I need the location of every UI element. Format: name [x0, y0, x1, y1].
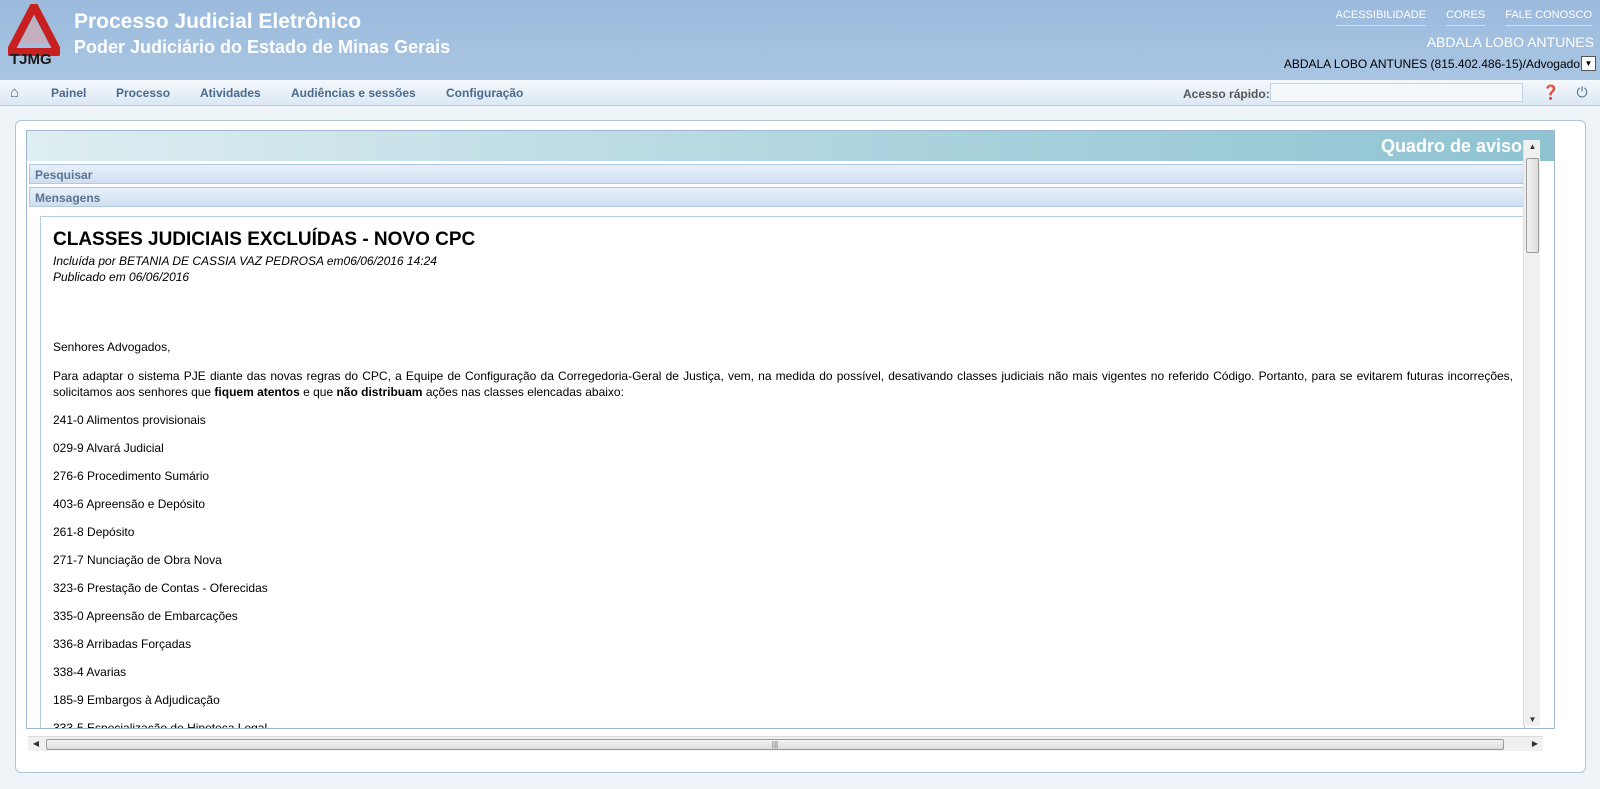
- chevron-down-icon[interactable]: ▼: [1581, 56, 1596, 71]
- list-item: 336-8 Arribadas Forçadas: [53, 637, 192, 651]
- scroll-up-icon[interactable]: ▲: [1527, 142, 1538, 151]
- menu-atividades[interactable]: Atividades: [200, 86, 261, 100]
- menu-configuracao[interactable]: Configuração: [446, 86, 523, 100]
- list-item: 271-7 Nunciação de Obra Nova: [53, 553, 222, 567]
- menu-processo[interactable]: Processo: [116, 86, 170, 100]
- search-bar[interactable]: Pesquisar »: [29, 164, 1539, 184]
- app-subtitle: Poder Judiciário do Estado de Minas Gera…: [74, 37, 451, 57]
- logo-text: TJMG: [10, 51, 52, 68]
- menu-audiencias[interactable]: Audiências e sessões: [291, 86, 416, 100]
- main-menu: ⌂ Painel Processo Atividades Audiências …: [0, 80, 1600, 106]
- home-icon[interactable]: ⌂: [10, 84, 19, 101]
- horizontal-scroll-thumb[interactable]: |||: [46, 739, 1504, 750]
- messages-label: Mensagens: [35, 191, 101, 205]
- messages-bar: Mensagens: [29, 187, 1539, 207]
- list-item: 333-5 Especialização de Hipoteca Legal: [53, 721, 268, 729]
- quick-access-label: Acesso rápido:: [1183, 87, 1270, 101]
- vertical-scroll-thumb[interactable]: [1526, 158, 1539, 253]
- list-item: 335-0 Apreensão de Embarcações: [53, 609, 238, 623]
- quick-access-input[interactable]: [1270, 83, 1523, 102]
- list-item: 241-0 Alimentos provisionais: [53, 413, 206, 427]
- profile-value: ABDALA LOBO ANTUNES (815.402.486-15)/Adv…: [1283, 56, 1580, 71]
- scroll-left-icon[interactable]: ◀: [31, 739, 41, 748]
- list-item: 261-8 Depósito: [53, 525, 135, 539]
- power-icon[interactable]: ⏻: [1574, 84, 1590, 100]
- vertical-scrollbar[interactable]: ▲ ▼: [1523, 140, 1540, 726]
- horizontal-scrollbar[interactable]: ◀ ||| ▶: [28, 736, 1543, 751]
- class-list: 241-0 Alimentos provisionais 029-9 Alvar…: [53, 412, 1513, 729]
- menu-painel[interactable]: Painel: [51, 86, 86, 100]
- message-author: Incluída por BETANIA DE CASSIA VAZ PEDRO…: [53, 254, 437, 268]
- message-published: Publicado em 06/06/2016: [53, 270, 190, 284]
- notice-board: Quadro de avisos Pesquisar » Mensagens C…: [26, 130, 1555, 729]
- user-name: ABDALA LOBO ANTUNES: [1426, 34, 1594, 50]
- profile-select[interactable]: ABDALA LOBO ANTUNES (815.402.486-15)/Adv…: [1284, 56, 1596, 71]
- message-greeting: Senhores Advogados,: [53, 340, 171, 354]
- link-colors[interactable]: CORES: [1446, 9, 1486, 26]
- app-title: Processo Judicial Eletrônico: [74, 10, 362, 33]
- panel-title: Quadro de avisos: [1380, 136, 1532, 156]
- help-icon[interactable]: ❓: [1542, 84, 1559, 100]
- message-title: CLASSES JUDICIAIS EXCLUÍDAS - NOVO CPC: [53, 229, 476, 250]
- link-contact[interactable]: FALE CONOSCO: [1505, 9, 1592, 26]
- scroll-right-icon[interactable]: ▶: [1530, 739, 1540, 748]
- list-item: 403-6 Apreensão e Depósito: [53, 497, 206, 511]
- top-links: ACESSIBILIDADE CORES FALE CONOSCO: [1316, 9, 1592, 26]
- link-accessibility[interactable]: ACESSIBILIDADE: [1335, 9, 1427, 26]
- list-item: 338-4 Avarias: [53, 665, 127, 679]
- scroll-down-icon[interactable]: ▼: [1527, 715, 1538, 724]
- list-item: 276-6 Procedimento Sumário: [53, 469, 210, 483]
- list-item: 029-9 Alvará Judicial: [53, 441, 164, 455]
- panel-title-bar: Quadro de avisos: [27, 131, 1554, 161]
- list-item: 185-9 Embargos à Adjudicação: [53, 693, 220, 707]
- message-content: CLASSES JUDICIAIS EXCLUÍDAS - NOVO CPC I…: [40, 216, 1525, 729]
- app-header: TJMG Processo Judicial Eletrônico Poder …: [0, 0, 1600, 80]
- list-item: 323-6 Prestação de Contas - Oferecidas: [53, 581, 268, 595]
- message-paragraph: Para adaptar o sistema PJE diante das no…: [53, 369, 1513, 399]
- message: CLASSES JUDICIAIS EXCLUÍDAS - NOVO CPC I…: [53, 229, 1513, 729]
- search-label: Pesquisar: [35, 168, 93, 182]
